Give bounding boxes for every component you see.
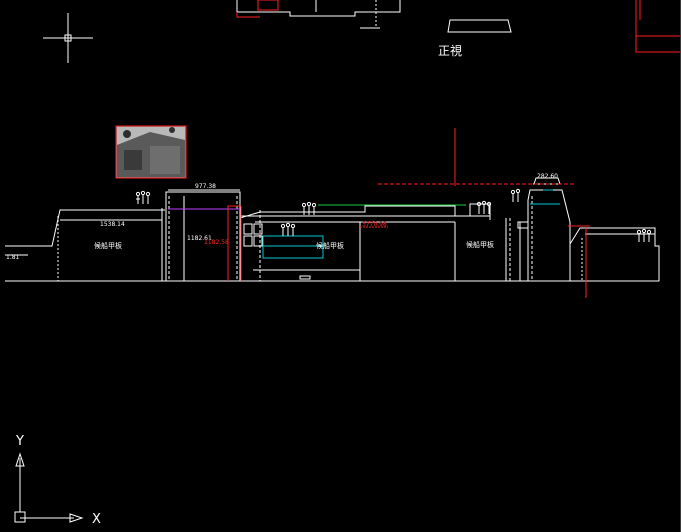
ucs-x-label: X [92,512,101,527]
hall-label-left: 候船甲板 [94,241,122,250]
drawing-canvas[interactable]: 正視 977.38 1538.14 1182.61 1182.58 3770.9… [0,0,681,532]
crosshair-cursor [43,13,93,63]
dim-red-vertical: 1182.58 [204,239,229,246]
ucs-y-label: Y [15,434,24,449]
view-title: 正視 [438,43,462,58]
dim-left-platform-width: 1538.14 [100,221,125,228]
dim-left-tower-width: 977.38 [195,183,216,190]
model-space-viewport[interactable]: 正視 977.38 1538.14 1182.61 1182.58 3770.9… [0,0,681,532]
reference-photo[interactable] [115,125,187,179]
dim-right-tower-width: 282.60 [537,173,558,180]
elevation-outline [5,177,660,281]
dim-center-span: 3770.98 [362,221,387,228]
hall-label-right: 候船甲板 [466,240,494,249]
red-overlays [227,128,590,298]
ucs-icon [14,452,84,523]
dim-left-edge: 1.81 [6,254,20,261]
hall-label-center: 候船甲板 [316,241,344,250]
